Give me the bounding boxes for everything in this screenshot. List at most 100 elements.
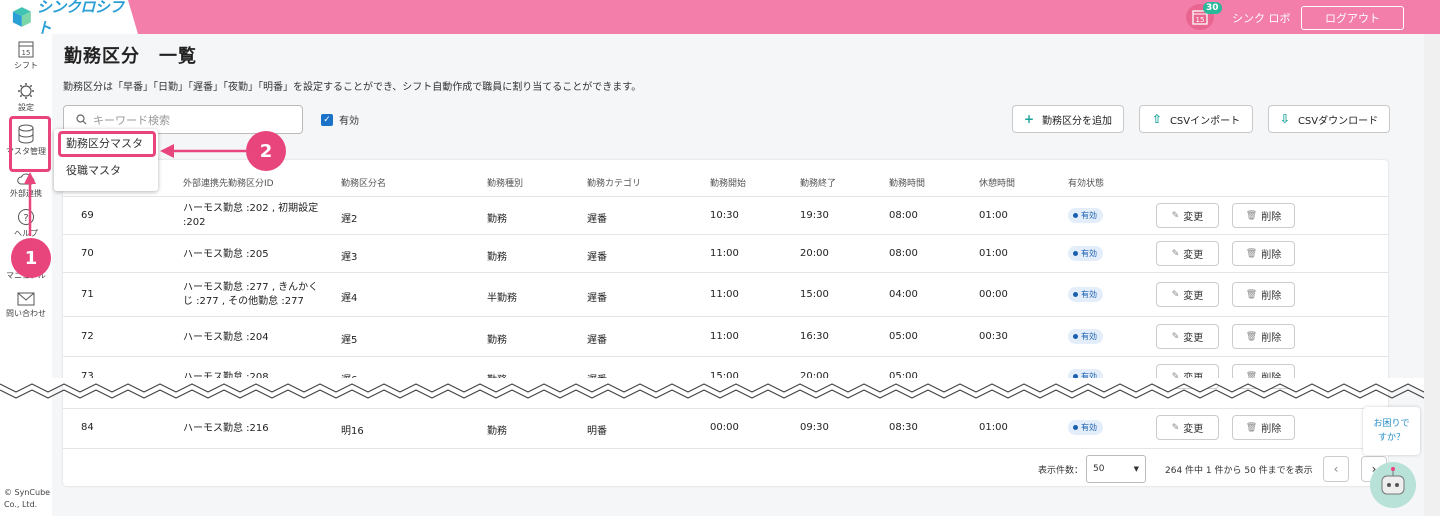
row-name: 遅3 — [341, 252, 358, 263]
per-page-label: 表示件数： — [1038, 466, 1084, 476]
trash-icon: 🗑 — [1245, 289, 1258, 300]
column-header: 勤務区分名 — [341, 179, 387, 189]
delete-button[interactable]: 🗑削除 — [1232, 203, 1295, 228]
screenshot-break-divider — [0, 378, 1440, 399]
column-header: 有効状態 — [1068, 179, 1105, 189]
status-badge: 有効 — [1068, 208, 1103, 223]
svg-text:15: 15 — [1196, 16, 1205, 24]
logout-button[interactable]: ログアウト — [1301, 6, 1404, 30]
row-work-hours: 05:00 — [889, 331, 918, 342]
column-header: 勤務種別 — [487, 179, 524, 189]
robot-assistant-icon[interactable] — [1370, 462, 1416, 508]
add-work-type-button[interactable]: + 勤務区分を追加 — [1012, 105, 1124, 133]
row-name: 遅4 — [341, 293, 358, 304]
row-end-time: 20:00 — [800, 248, 829, 259]
edit-button[interactable]: ✎変更 — [1156, 241, 1219, 266]
status-badge: 有効 — [1068, 246, 1103, 261]
csv-import-button[interactable]: ⇧ CSVインポート — [1139, 105, 1253, 133]
column-header: 休憩時間 — [979, 179, 1016, 189]
step-1-marker: 1 — [11, 238, 51, 278]
status-badge: 有効 — [1068, 420, 1103, 435]
row-rest-time: 01:00 — [979, 422, 1008, 433]
row-start-time: 11:00 — [710, 248, 739, 259]
trash-icon: 🗑 — [1245, 210, 1258, 221]
pencil-icon: ✎ — [1171, 210, 1180, 221]
vertical-scrollbar[interactable] — [1424, 34, 1440, 516]
pagination: 表示件数： 50 ▼ 264 件中 1 件から 50 件までを表示 ‹ › — [63, 448, 1388, 484]
pencil-icon: ✎ — [1171, 331, 1180, 342]
row-work-hours: 08:00 — [889, 248, 918, 259]
edit-button[interactable]: ✎変更 — [1156, 203, 1219, 228]
row-external-id: ハーモス勤怠 :204 — [183, 332, 269, 343]
user-name: シンク ロボ — [1232, 12, 1291, 25]
table-row: 84 ハーモス勤怠 :216 明16 勤務 明番 00:00 09:30 08:30 01:00… — [63, 408, 1388, 446]
table-row: 72 ハーモス勤怠 :204 遅5 勤務 遅番 11:00 16:30 05:00 00:30 有… — [63, 316, 1388, 356]
pencil-icon: ✎ — [1171, 422, 1180, 433]
row-end-time: 16:30 — [800, 331, 829, 342]
pencil-icon: ✎ — [1171, 289, 1180, 300]
row-external-id: ハーモス勤怠 :216 — [183, 423, 269, 434]
column-header: 勤務開始 — [710, 179, 747, 189]
column-header: 勤務時間 — [889, 179, 926, 189]
status-badge: 有効 — [1068, 329, 1103, 344]
row-name: 遅2 — [341, 214, 358, 225]
row-type: 勤務 — [487, 335, 507, 346]
help-chat-bubble[interactable]: お困りで すか？ — [1363, 407, 1420, 455]
mail-icon — [17, 292, 35, 306]
per-page-select[interactable]: 50 ▼ — [1086, 455, 1146, 483]
column-header: 勤務カテゴリ — [587, 179, 642, 189]
row-category: 遅番 — [587, 252, 607, 263]
row-category: 遅番 — [587, 293, 607, 304]
row-end-time: 15:00 — [800, 289, 829, 300]
step-2-marker: 2 — [246, 131, 286, 171]
notification-count-badge: 30 — [1203, 2, 1222, 14]
delete-button[interactable]: 🗑削除 — [1232, 282, 1295, 307]
delete-button[interactable]: 🗑削除 — [1232, 324, 1295, 349]
row-rest-time: 00:00 — [979, 289, 1008, 300]
edit-button[interactable]: ✎変更 — [1156, 282, 1219, 307]
delete-button[interactable]: 🗑削除 — [1232, 415, 1295, 440]
row-work-hours: 04:00 — [889, 289, 918, 300]
row-start-time: 00:00 — [710, 422, 739, 433]
row-start-time: 11:00 — [710, 289, 739, 300]
delete-button[interactable]: 🗑削除 — [1232, 241, 1295, 266]
row-start-time: 11:00 — [710, 331, 739, 342]
column-header: 勤務終了 — [800, 179, 837, 189]
sidebar-item-contact[interactable]: 問い合わせ — [0, 292, 52, 319]
status-badge: 有効 — [1068, 287, 1103, 302]
plus-icon: + — [1023, 112, 1035, 126]
active-filter-checkbox[interactable]: ✓ 有効 — [321, 112, 359, 127]
row-name: 遅5 — [341, 335, 358, 346]
row-rest-time: 01:00 — [979, 210, 1008, 221]
row-external-id: ハーモス勤怠 :277 , きんかくじ :277 , その他勤怠 :277 — [183, 282, 319, 307]
trash-icon: 🗑 — [1245, 422, 1258, 433]
row-id: 84 — [81, 422, 94, 433]
prev-page-button[interactable]: ‹ — [1323, 456, 1349, 482]
pencil-icon: ✎ — [1171, 248, 1180, 259]
download-icon: ⇩ — [1279, 112, 1290, 126]
row-type: 勤務 — [487, 426, 507, 437]
row-id: 72 — [81, 331, 94, 342]
pagination-range: 264 件中 1 件から 50 件までを表示 — [1165, 466, 1313, 476]
row-name: 明16 — [341, 426, 364, 437]
copyright: © SynCube Co., Ltd. — [4, 488, 51, 509]
edit-button[interactable]: ✎変更 — [1156, 324, 1219, 349]
row-type: 勤務 — [487, 214, 507, 225]
csv-download-button[interactable]: ⇩ CSVダウンロード — [1268, 105, 1390, 133]
row-category: 明番 — [587, 426, 607, 437]
dropdown-arrow-icon: ▼ — [1133, 465, 1139, 473]
checkbox-checked-icon: ✓ — [321, 113, 333, 126]
trash-icon: 🗑 — [1245, 331, 1258, 342]
edit-button[interactable]: ✎変更 — [1156, 415, 1219, 440]
row-end-time: 09:30 — [800, 422, 829, 433]
chevron-left-icon: ‹ — [1333, 462, 1339, 476]
row-work-hours: 08:30 — [889, 422, 918, 433]
row-id: 71 — [81, 289, 94, 300]
row-end-time: 19:30 — [800, 210, 829, 221]
row-category: 遅番 — [587, 214, 607, 225]
row-rest-time: 00:30 — [979, 331, 1008, 342]
row-work-hours: 08:00 — [889, 210, 918, 221]
row-type: 勤務 — [487, 252, 507, 263]
row-type: 半勤務 — [487, 293, 517, 304]
row-start-time: 10:30 — [710, 210, 739, 221]
